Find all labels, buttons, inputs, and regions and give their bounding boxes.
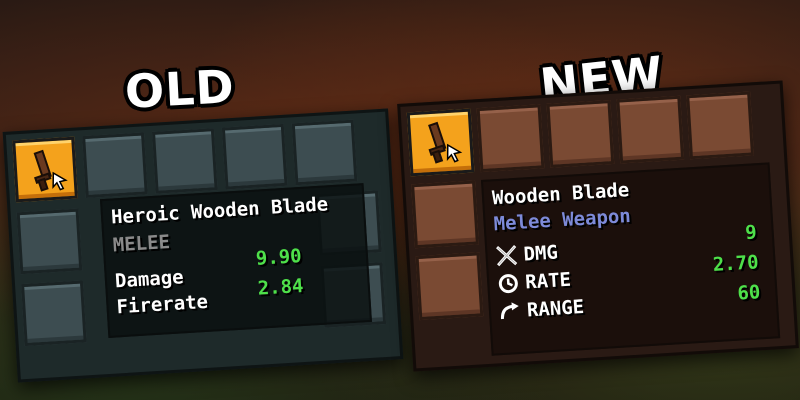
old-inventory-panel: Heroic Wooden Blade MELEE Damage 9.90 Fi…	[2, 108, 404, 383]
inventory-slot[interactable]	[476, 104, 545, 173]
inventory-slot-selected[interactable]	[406, 108, 475, 177]
stat-value-damage: 9.90	[255, 245, 303, 270]
inventory-slot[interactable]	[686, 91, 754, 160]
inventory-slot[interactable]	[616, 95, 685, 164]
stat-name-damage: Damage	[114, 266, 185, 293]
inventory-slot[interactable]	[291, 119, 358, 186]
new-inventory-panel: Wooden Blade Melee Weapon DMG 9 RATE 2.7…	[397, 80, 799, 372]
item-type: MELEE	[112, 231, 171, 257]
stat-value-dmg: 9	[744, 221, 758, 245]
inventory-slot[interactable]	[16, 208, 83, 275]
inventory-slot[interactable]	[151, 128, 218, 194]
item-name: Wooden Blade	[491, 179, 630, 210]
old-heading: OLD	[123, 59, 236, 119]
clock-icon	[498, 274, 518, 294]
inventory-slot[interactable]	[415, 252, 484, 321]
inventory-slot[interactable]	[21, 280, 87, 347]
item-type: Melee Weapon	[493, 205, 632, 236]
stat-name-dmg: DMG	[522, 241, 559, 266]
inventory-slot[interactable]	[411, 180, 479, 249]
stat-name-rate: RATE	[524, 268, 572, 294]
stat-name-firerate: Firerate	[115, 290, 209, 319]
inventory-slot[interactable]	[82, 132, 148, 199]
item-tooltip: Heroic Wooden Blade MELEE Damage 9.90 Fi…	[99, 183, 372, 338]
item-tooltip: Wooden Blade Melee Weapon DMG 9 RATE 2.7…	[480, 162, 781, 356]
inventory-slot[interactable]	[221, 123, 288, 190]
stat-name-range: RANGE	[526, 296, 585, 322]
stat-value-rate: 2.70	[712, 251, 760, 277]
stat-value-range: 60	[736, 281, 762, 305]
crossed-swords-icon	[496, 245, 518, 267]
stat-value-firerate: 2.84	[257, 274, 305, 300]
inventory-slot[interactable]	[546, 100, 615, 168]
wooden-sword-icon	[33, 149, 68, 192]
range-arc-icon	[500, 302, 519, 320]
wooden-sword-icon	[428, 121, 463, 164]
item-name: Heroic Wooden Blade	[110, 193, 329, 229]
inventory-slot-selected[interactable]	[12, 136, 78, 203]
